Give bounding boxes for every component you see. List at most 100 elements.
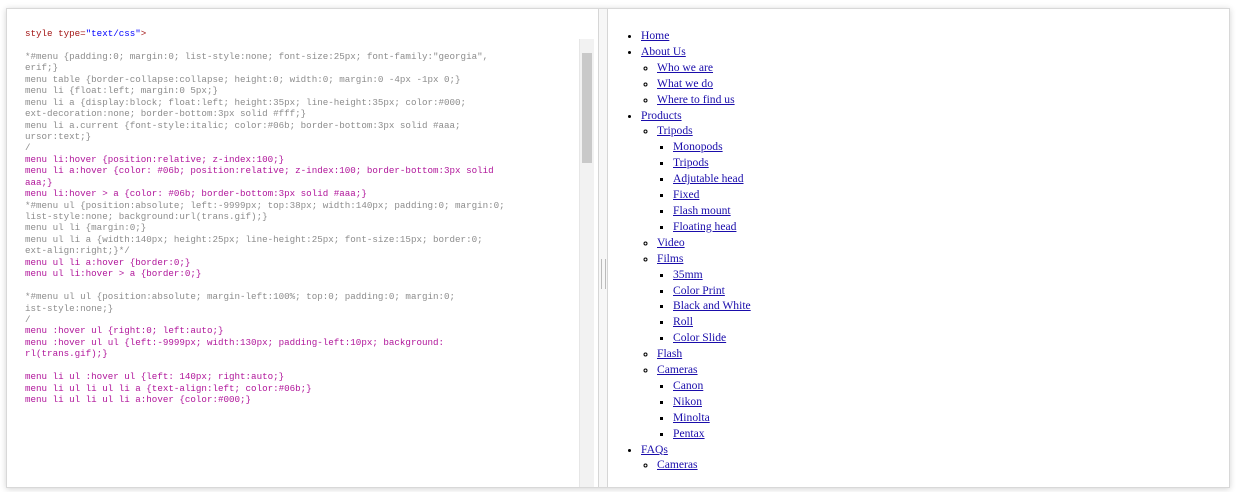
menu-link-tripods[interactable]: Tripods [673, 156, 709, 169]
submenu-list: Canon Nikon Minolta Pentax [657, 378, 751, 442]
menu-item: Home [641, 28, 751, 44]
code-line: list-style:none; background:url(trans.gi… [25, 211, 268, 222]
menu-link-who-we-are[interactable]: Who we are [657, 61, 713, 74]
submenu-list: Cameras [641, 457, 751, 473]
menu-link-products[interactable]: Products [641, 109, 682, 122]
menu-link-about-us[interactable]: About Us [641, 45, 686, 58]
code-line: aaa;} [25, 176, 53, 188]
menu-link-faqs[interactable]: FAQs [641, 443, 668, 456]
code-line: *#menu ul {position:absolute; left:-9999… [25, 199, 505, 211]
menu-link-canon[interactable]: Canon [673, 379, 703, 392]
menu-item: Tripods [673, 155, 751, 171]
code-line: menu li ul li ul li a {text-align:left; … [25, 382, 312, 394]
code-token: > [140, 28, 147, 39]
code-line: menu li a.current {font-style:italic; co… [25, 119, 461, 131]
code-line: menu li:hover {position:relative; z-inde… [25, 153, 285, 165]
editor-vertical-scrollbar[interactable] [579, 39, 594, 487]
code-line: menu li ul li ul li a:hover {color:#000;… [25, 394, 252, 405]
code-token: "text/css" [85, 28, 141, 39]
menu-item: Color Print [673, 283, 751, 299]
menu-link-films[interactable]: Films [657, 252, 683, 265]
menu-link-nikon[interactable]: Nikon [673, 395, 702, 408]
menu-item: About Us Who we are What we do Where to fin… [641, 44, 751, 108]
menu-link-35mm[interactable]: 35mm [673, 268, 703, 281]
menu-link-fixed[interactable]: Fixed [673, 188, 699, 201]
splitter-grip-icon[interactable] [601, 259, 606, 289]
menu-link-home[interactable]: Home [641, 29, 669, 42]
menu-link-cameras[interactable]: Cameras [657, 458, 698, 471]
menu-item: Video [657, 235, 751, 251]
menu-item: Cameras Canon Nikon Minolta Pentax [657, 362, 751, 442]
menu-item: FAQs Cameras [641, 442, 751, 474]
menu-item: 35mm [673, 267, 751, 283]
code-line: menu ul li:hover > a {border:0;} [25, 268, 202, 280]
html-preview-pane: Home About Us Who we are What we do Where to… [607, 9, 1227, 487]
menu-item: Tripods Monopods Tripods Adjutable head Fixe… [657, 123, 751, 234]
menu-item: Color Slide [673, 330, 751, 346]
menu-link-where-to-find-us[interactable]: Where to find us [657, 93, 735, 106]
code-line: ext-decoration:none; border-bottom:3px s… [25, 108, 307, 120]
menu-link-flash-mount[interactable]: Flash mount [673, 204, 731, 217]
window-frame: style type="text/css"> *#menu {padding:0;… [6, 8, 1230, 488]
code-line: ursor:text;} [25, 130, 92, 142]
menu-link-minolta[interactable]: Minolta [673, 411, 710, 424]
menu-item: What we do [657, 76, 751, 92]
menu-item: Products Tripods Monopods Tripods Adjutable … [641, 108, 751, 442]
submenu-list: Monopods Tripods Adjutable head Fixed Flash … [657, 139, 751, 234]
menu-link-flash[interactable]: Flash [657, 347, 682, 360]
menu-item: Nikon [673, 394, 751, 410]
code-line: *#menu ul ul {position:absolute; margin-… [25, 291, 456, 303]
menu-item: Minolta [673, 410, 751, 426]
css-code-editor[interactable]: style type="text/css"> *#menu {padding:0;… [7, 9, 597, 487]
menu-link-monopods[interactable]: Monopods [673, 140, 723, 153]
code-line: menu ul li a:hover {border:0;} [25, 256, 191, 268]
menu-item: Floating head [673, 219, 751, 235]
menu-link-roll[interactable]: Roll [673, 315, 693, 328]
menu-item: Who we are [657, 60, 751, 76]
code-line: menu :hover ul {right:0; left:auto;} [25, 325, 224, 337]
code-token: style type= [25, 28, 86, 39]
code-line: *#menu {padding:0; margin:0; list-style:… [25, 50, 489, 62]
code-line: / [25, 142, 31, 154]
submenu-list: 35mm Color Print Black and White Roll Color … [657, 267, 751, 347]
menu-link-cameras[interactable]: Cameras [657, 363, 698, 376]
menu-link-color-print[interactable]: Color Print [673, 284, 725, 297]
code-line: rl(trans.gif);} [25, 348, 108, 360]
code-line: erif;} [25, 62, 59, 74]
code-line: ist-style:none;} [25, 302, 114, 314]
code-line: menu :hover ul ul {left:-9999px; width:1… [25, 336, 445, 348]
code-line: ext-align:right;}*/ [25, 245, 130, 257]
code-line: menu ul li {margin:0;} [25, 222, 147, 234]
menu-link-video[interactable]: Video [657, 236, 685, 249]
menu-list: Home About Us Who we are What we do Where to… [625, 28, 751, 473]
menu-item: Roll [673, 314, 751, 330]
menu-item: Monopods [673, 139, 751, 155]
menu-item: Cameras [657, 457, 751, 473]
menu-item: Fixed [673, 187, 751, 203]
menu-item: Flash [657, 346, 751, 362]
menu-link-tripods[interactable]: Tripods [657, 124, 693, 137]
code-line: menu table {border-collapse:collapse; he… [25, 73, 461, 85]
menu-item: Films 35mm Color Print Black and White Roll C… [657, 251, 751, 346]
submenu-list: Tripods Monopods Tripods Adjutable head Fixe… [641, 123, 751, 441]
menu-link-pentax[interactable]: Pentax [673, 427, 705, 440]
code-line: menu li:hover > a {color: #06b; border-b… [25, 188, 367, 200]
menu-item: Where to find us [657, 92, 751, 108]
code-line: menu li a {display:block; float:left; he… [25, 96, 467, 108]
code-text-area[interactable]: style type="text/css"> *#menu {padding:0;… [25, 28, 585, 405]
editor-scrollbar-thumb[interactable] [582, 53, 592, 163]
menu-link-what-we-do[interactable]: What we do [657, 77, 713, 90]
menu-link-floating-head[interactable]: Floating head [673, 220, 736, 233]
submenu-list: Who we are What we do Where to find us [641, 60, 751, 108]
menu-link-color-slide[interactable]: Color Slide [673, 331, 726, 344]
menu-link-black-and-white[interactable]: Black and White [673, 299, 751, 312]
code-line: menu li ul :hover ul {left: 140px; right… [25, 371, 285, 383]
menu-item: Black and White [673, 298, 751, 314]
menu-link-adjutable-head[interactable]: Adjutable head [673, 172, 744, 185]
menu-item: Adjutable head [673, 171, 751, 187]
code-line: style type="text/css"> [25, 28, 585, 39]
menu-item: Pentax [673, 426, 751, 442]
